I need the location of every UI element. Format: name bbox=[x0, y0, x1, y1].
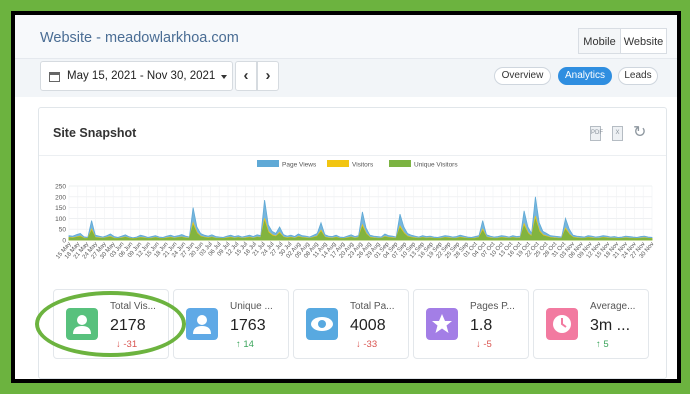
date-range-value: May 15, 2021 - Nov 30, 2021 bbox=[67, 70, 216, 82]
arrow-down-icon: ↓ bbox=[356, 339, 361, 350]
page-title: Website - meadowlarkhoa.com bbox=[40, 30, 239, 46]
traffic-chart: Page Views Visitors Unique Visitors0501001… bbox=[55, 160, 656, 260]
header-bar: Website - meadowlarkhoa.com Mobile Websi… bbox=[15, 15, 677, 59]
stat-change-value: -33 bbox=[363, 339, 378, 350]
highlight-circle bbox=[35, 291, 186, 357]
next-period-button[interactable]: › bbox=[257, 61, 279, 91]
clock-icon bbox=[546, 308, 578, 340]
stat-card-total-pageviews: Total Pa... 4008 ↓ -33 bbox=[293, 289, 409, 359]
tab-overview[interactable]: Overview bbox=[494, 67, 551, 85]
y-tick-label: 150 bbox=[55, 205, 66, 212]
legend-label: Visitors bbox=[352, 162, 374, 169]
previous-period-button[interactable]: ‹ bbox=[235, 61, 257, 91]
toolbar: May 15, 2021 - Nov 30, 2021 ‹ › Overview… bbox=[15, 59, 677, 97]
arrow-up-icon: ↑ bbox=[596, 339, 601, 350]
legend-swatch bbox=[389, 160, 411, 167]
stat-change-value: -5 bbox=[483, 339, 492, 350]
y-tick-label: 200 bbox=[55, 194, 66, 201]
stat-value: 1.8 bbox=[470, 317, 493, 334]
stat-change: ↓ -5 bbox=[476, 339, 492, 350]
date-range-picker[interactable]: May 15, 2021 - Nov 30, 2021 bbox=[40, 61, 233, 91]
star-icon bbox=[426, 308, 458, 340]
eye-icon bbox=[306, 308, 338, 340]
card-title: Site Snapshot bbox=[53, 126, 137, 140]
refresh-icon[interactable]: ↻ bbox=[633, 125, 649, 141]
stat-change: ↑ 5 bbox=[596, 339, 609, 350]
legend-label: Page Views bbox=[282, 162, 317, 169]
y-tick-label: 100 bbox=[55, 216, 66, 223]
tab-leads[interactable]: Leads bbox=[618, 67, 658, 85]
y-tick-label: 50 bbox=[59, 227, 67, 234]
excel-export-icon[interactable]: X bbox=[612, 126, 623, 141]
pdf-export-icon[interactable]: PDF bbox=[590, 126, 603, 141]
tab-mobile[interactable]: Mobile bbox=[578, 28, 620, 54]
stat-label: Total Pa... bbox=[350, 301, 395, 312]
person-icon bbox=[186, 308, 218, 340]
calendar-icon bbox=[49, 72, 60, 82]
stat-value: 4008 bbox=[350, 317, 386, 334]
chevron-down-icon bbox=[221, 75, 227, 79]
stat-card-unique-visitors: Unique ... 1763 ↑ 14 bbox=[173, 289, 289, 359]
legend-label: Unique Visitors bbox=[414, 162, 458, 169]
arrow-down-icon: ↓ bbox=[476, 339, 481, 350]
stat-change-value: 14 bbox=[243, 339, 254, 350]
y-tick-label: 250 bbox=[55, 184, 66, 191]
stat-value: 3m ... bbox=[590, 317, 631, 334]
stat-change: ↑ 14 bbox=[236, 339, 254, 350]
stat-label: Unique ... bbox=[230, 301, 273, 312]
stat-change-value: 5 bbox=[603, 339, 609, 350]
legend-swatch bbox=[327, 160, 349, 167]
stat-label: Average... bbox=[590, 301, 636, 312]
stat-card-pages-per-visit: Pages P... 1.8 ↓ -5 bbox=[413, 289, 529, 359]
legend-swatch bbox=[257, 160, 279, 167]
arrow-up-icon: ↑ bbox=[236, 339, 241, 350]
tab-website[interactable]: Website bbox=[620, 28, 667, 54]
stat-label: Pages P... bbox=[470, 301, 515, 312]
tab-analytics[interactable]: Analytics bbox=[558, 67, 612, 85]
stat-card-average-duration: Average... 3m ... ↑ 5 bbox=[533, 289, 649, 359]
stat-value: 1763 bbox=[230, 317, 266, 334]
stat-change: ↓ -33 bbox=[356, 339, 377, 350]
